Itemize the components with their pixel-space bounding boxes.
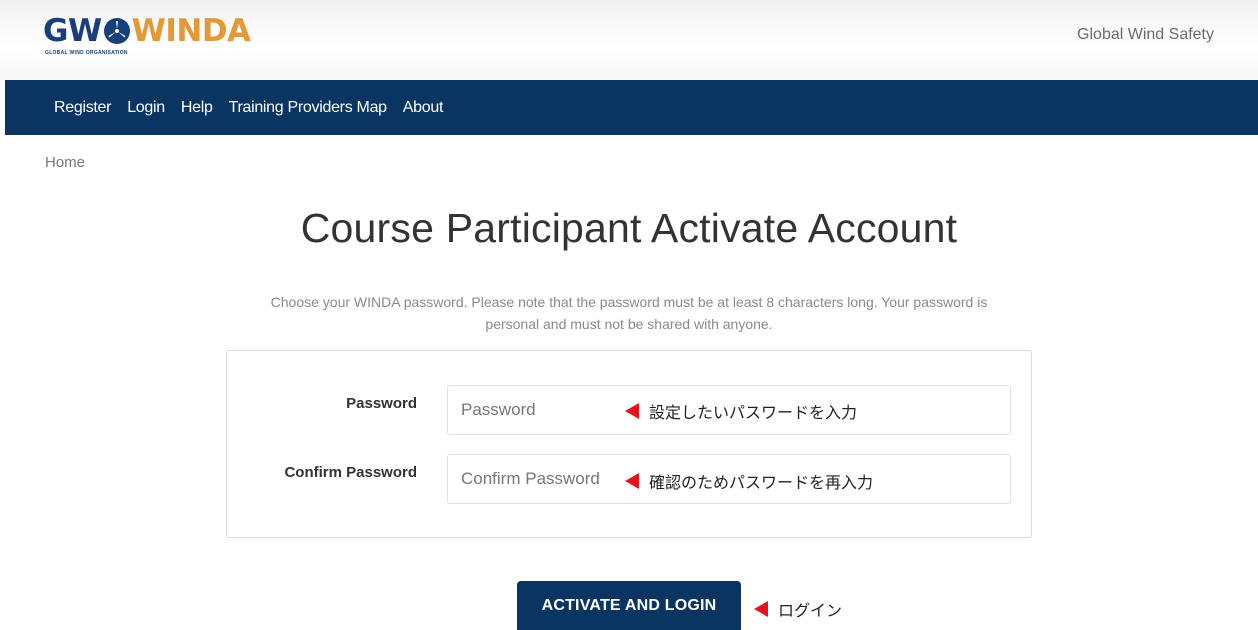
logo-tagline: GLOBAL WIND ORGANISATION bbox=[45, 50, 128, 56]
password-instructions: Choose your WINDA password. Please note … bbox=[220, 291, 1038, 335]
login-annotation-text: ログイン bbox=[778, 601, 843, 620]
password-annotation: 設定したいパスワードを入力 bbox=[625, 399, 857, 423]
confirm-password-annotation: 確認のためパスワードを再入力 bbox=[625, 469, 873, 493]
top-header: GW WINDA GLOBAL WIND ORGANISATION Global… bbox=[0, 0, 1258, 80]
instructions-line-2: personal and must not be shared with any… bbox=[485, 316, 773, 332]
activate-form: Password Confirm Password bbox=[226, 350, 1032, 538]
gwo-winda-logo[interactable]: GW WINDA GLOBAL WIND ORGANISATION bbox=[43, 14, 251, 64]
confirm-password-label: Confirm Password bbox=[284, 464, 417, 481]
red-arrow-left-icon bbox=[625, 473, 639, 489]
nav-register[interactable]: Register bbox=[54, 99, 111, 117]
red-arrow-left-icon bbox=[625, 403, 639, 419]
nav-about[interactable]: About bbox=[403, 99, 444, 117]
logo-text-winda: WINDA bbox=[131, 13, 251, 49]
activate-and-login-button[interactable]: ACTIVATE AND LOGIN bbox=[517, 581, 741, 630]
password-annotation-text: 設定したいパスワードを入力 bbox=[649, 403, 858, 422]
global-wind-safety-label: Global Wind Safety bbox=[1077, 26, 1214, 43]
nav-help[interactable]: Help bbox=[181, 99, 213, 117]
login-annotation: ログイン bbox=[754, 597, 842, 621]
red-arrow-left-icon bbox=[754, 601, 768, 617]
password-label: Password bbox=[346, 395, 417, 412]
breadcrumb-home[interactable]: Home bbox=[45, 154, 85, 171]
main-nav: Register Login Help Training Providers M… bbox=[5, 80, 1258, 135]
confirm-password-annotation-text: 確認のためパスワードを再入力 bbox=[649, 473, 874, 492]
nav-training-providers-map[interactable]: Training Providers Map bbox=[229, 99, 388, 117]
logo-text-gw: GW bbox=[43, 13, 102, 49]
instructions-line-1: Choose your WINDA password. Please note … bbox=[270, 294, 988, 310]
nav-login[interactable]: Login bbox=[127, 99, 165, 117]
wind-turbine-icon bbox=[103, 18, 130, 44]
breadcrumb: Home bbox=[45, 154, 85, 171]
page-title: Course Participant Activate Account bbox=[300, 205, 958, 251]
